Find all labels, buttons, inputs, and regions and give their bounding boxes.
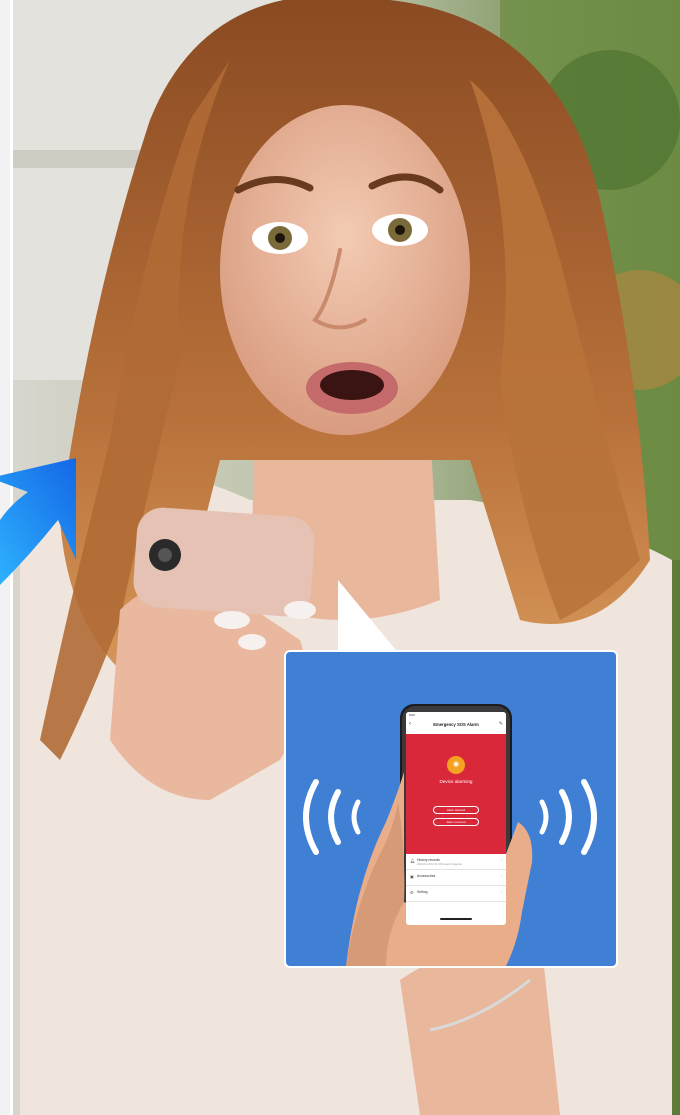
list-item-sublabel: 2023-04-19 10:24 SOS alarm triggered [417, 863, 462, 866]
right-pupil [395, 225, 405, 235]
bell-icon: 🔔︎ [410, 858, 416, 863]
list-item-label: History records [417, 858, 440, 862]
edit-pencil-icon[interactable]: ✎ [499, 721, 503, 727]
app-screen: 9:02 ‹ Emergency SOS Alarm ✎ ◉ Device al… [406, 712, 506, 925]
accessory-icon: ▣ [410, 874, 414, 879]
alarm-removed-button[interactable]: Alarm removed [433, 818, 479, 826]
signal-wave-left [328, 789, 341, 845]
status-time: 9:02 [409, 713, 415, 717]
alarm-silenced-button[interactable]: Alarm silenced [433, 806, 479, 814]
app-topbar: 9:02 ‹ Emergency SOS Alarm ✎ [406, 712, 506, 734]
signal-wave-left [351, 799, 361, 835]
left-pupil [275, 233, 285, 243]
signal-wave-left [303, 779, 319, 855]
home-indicator [440, 918, 472, 920]
alarm-icon: ◉ [447, 756, 465, 774]
list-item-accessories[interactable]: ▣ Accessories › [406, 870, 506, 886]
app-title: Emergency SOS Alarm [433, 722, 479, 727]
chevron-right-icon: › [500, 874, 502, 878]
fingernail [238, 634, 266, 650]
signal-wave-right [539, 799, 549, 835]
fingernail [284, 601, 316, 619]
signal-wave-right [581, 779, 597, 855]
gear-icon: ⚙ [410, 890, 414, 895]
mouth-inner [320, 370, 384, 400]
app-menu-list: 🔔︎ History records 2023-04-19 10:24 SOS … [406, 854, 506, 902]
signal-wave-right [559, 789, 572, 845]
chevron-right-icon: › [500, 858, 502, 862]
list-item-history[interactable]: 🔔︎ History records 2023-04-19 10:24 SOS … [406, 854, 506, 870]
chevron-right-icon: › [500, 890, 502, 894]
fingernail [214, 611, 250, 629]
alarm-panel: ◉ Device alarming Alarm silenced Alarm r… [406, 734, 506, 854]
list-item-setting[interactable]: ⚙ Setting › [406, 886, 506, 902]
product-scene: 9:02 ‹ Emergency SOS Alarm ✎ ◉ Device al… [0, 0, 680, 1115]
list-item-label: Accessories [417, 874, 436, 878]
app-inset-image: 9:02 ‹ Emergency SOS Alarm ✎ ◉ Device al… [284, 650, 618, 968]
list-item-label: Setting [417, 890, 428, 894]
phone-camera-lens [158, 548, 172, 562]
alarm-status-text: Device alarming [439, 779, 473, 784]
